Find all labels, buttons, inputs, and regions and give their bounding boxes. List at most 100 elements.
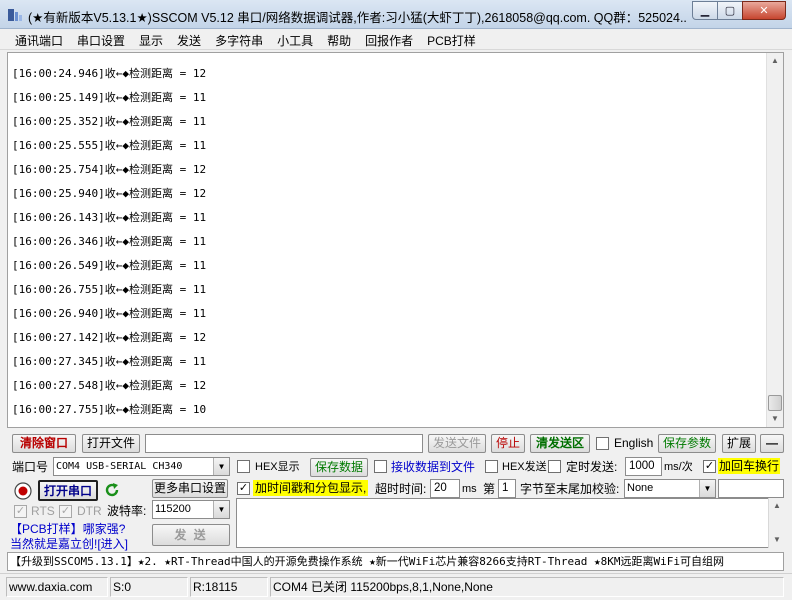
minimize-icon: ▁ <box>700 5 710 17</box>
menu-comm-port[interactable]: 通讯端口 <box>8 29 70 49</box>
chevron-down-icon: ▼ <box>699 480 715 497</box>
chevron-down-icon: ▼ <box>213 458 229 475</box>
log-line: [16:00:25.940]收←◆检测距离 = 12 <box>12 187 207 200</box>
send-scrollbar[interactable]: ▲ ▼ <box>768 498 784 548</box>
status-port-state: COM4 已关闭 115200bps,8,1,None,None <box>270 577 784 597</box>
timestamp-label: 加时间戳和分包显示, <box>253 480 369 496</box>
log-line: [16:00:24.946]收←◆检测距离 = 12 <box>12 67 207 80</box>
menu-pcb[interactable]: PCB打样 <box>420 29 483 49</box>
menu-report-author[interactable]: 回报作者 <box>358 29 420 49</box>
port-status-icon <box>14 482 32 500</box>
send-file-button[interactable]: 发送文件 <box>428 434 486 453</box>
scroll-down-icon[interactable]: ▼ <box>769 532 785 548</box>
log-scrollbar[interactable]: ▲ ▼ <box>766 53 783 427</box>
checksum-select[interactable]: None ▼ <box>624 479 716 498</box>
minimize-button[interactable]: ▁ <box>692 1 718 20</box>
timeout-label: 超时时间: <box>375 482 427 496</box>
interval-unit-label: ms/次 <box>664 461 693 473</box>
promo-line-2[interactable]: 当然就是嘉立创![进入] <box>10 536 128 552</box>
close-icon: ✕ <box>759 5 769 17</box>
menu-help[interactable]: 帮助 <box>320 29 358 49</box>
maximize-icon: ▢ <box>724 5 736 17</box>
menu-multi-string[interactable]: 多字符串 <box>208 29 270 49</box>
port-label: 端口号 <box>12 460 49 474</box>
add-crlf-checkbox[interactable]: ✓ <box>703 460 716 473</box>
promo-enter-link[interactable]: [进入] <box>97 537 128 551</box>
menu-serial-settings[interactable]: 串口设置 <box>70 29 132 49</box>
baud-select-value: 115200 <box>155 503 191 515</box>
timestamp-checkbox[interactable]: ✓ <box>237 482 250 495</box>
baud-select[interactable]: 115200 ▼ <box>152 500 230 519</box>
hex-display-checkbox[interactable] <box>237 460 250 473</box>
receive-log[interactable]: [16:00:24.946]收←◆检测距离 = 12 [16:00:25.149… <box>7 52 784 428</box>
baud-label: 波特率: <box>107 504 147 518</box>
scroll-up-icon[interactable]: ▲ <box>769 498 785 514</box>
log-line: [16:00:25.754]收←◆检测距离 = 12 <box>12 163 207 176</box>
status-bar: www.daxia.com S:0 R:18115 COM4 已关闭 11520… <box>0 573 792 600</box>
rts-label: RTS <box>31 504 55 518</box>
recv-to-file-label: 接收数据到文件 <box>391 460 476 474</box>
menu-display[interactable]: 显示 <box>132 29 170 49</box>
english-label: English <box>614 436 654 450</box>
scroll-up-icon[interactable]: ▲ <box>767 53 783 69</box>
maximize-button[interactable]: ▢ <box>717 1 743 20</box>
expand-button[interactable]: 扩展 <box>722 434 756 453</box>
chevron-down-icon: ▼ <box>213 501 229 518</box>
english-checkbox[interactable] <box>596 437 609 450</box>
log-line: [16:00:26.346]收←◆检测距离 = 11 <box>12 235 207 248</box>
open-port-button[interactable]: 打开串口 <box>38 480 98 501</box>
recv-to-file-checkbox[interactable] <box>374 460 387 473</box>
status-site[interactable]: www.daxia.com <box>6 577 108 597</box>
refresh-icon[interactable] <box>103 481 121 499</box>
status-received: R:18115 <box>190 577 268 597</box>
menu-bar: 通讯端口 串口设置 显示 发送 多字符串 小工具 帮助 回报作者 PCB打样 <box>0 29 792 50</box>
file-path-input[interactable] <box>145 434 423 453</box>
promo-line-1[interactable]: 【PCB打样】哪家强? <box>10 521 125 537</box>
window-title: (★有新版本V5.13.1★)SSCOM V5.12 串口/网络数据调试器,作者… <box>28 11 688 25</box>
send-button[interactable]: 发 送 <box>152 524 230 546</box>
byte-prefix-label: 第 <box>483 482 496 496</box>
port-select[interactable]: COM4 USB-SERIAL CH340 ▼ <box>53 457 230 476</box>
dtr-checkbox[interactable]: ✓ <box>59 505 72 518</box>
rts-checkbox[interactable]: ✓ <box>14 505 27 518</box>
scroll-thumb[interactable] <box>768 395 782 411</box>
promo-answer: 当然就是嘉立创! <box>10 537 98 551</box>
news-ticker[interactable]: 【升级到SSCOM5.13.1】★2. ★RT-Thread中国人的开源免费操作… <box>7 552 784 571</box>
close-button[interactable]: ✕ <box>742 1 786 20</box>
collapse-button[interactable]: — <box>760 434 784 453</box>
clear-send-button[interactable]: 清发送区 <box>530 434 590 453</box>
app-icon <box>8 9 22 21</box>
promo-pcb: 【PCB打样】 <box>10 522 83 536</box>
scroll-down-icon[interactable]: ▼ <box>767 411 783 427</box>
log-line: [16:00:26.755]收←◆检测距离 = 11 <box>12 283 207 296</box>
dtr-label: DTR <box>77 504 102 518</box>
menu-send[interactable]: 发送 <box>170 29 208 49</box>
status-sent: S:0 <box>110 577 188 597</box>
open-file-button[interactable]: 打开文件 <box>82 434 140 453</box>
add-crlf-label: 加回车换行 <box>718 458 781 474</box>
log-line: [16:00:26.549]收←◆检测距离 = 11 <box>12 259 207 272</box>
more-settings-button[interactable]: 更多串口设置 <box>152 479 228 498</box>
timeout-unit-label: ms <box>462 483 477 495</box>
log-line: [16:00:26.143]收←◆检测距离 = 11 <box>12 211 207 224</box>
hex-display-label: HEX显示 <box>255 461 300 473</box>
menu-tools[interactable]: 小工具 <box>270 29 320 49</box>
log-line: [16:00:25.352]收←◆检测距离 = 11 <box>12 115 207 128</box>
stop-button[interactable]: 停止 <box>491 434 525 453</box>
log-line: [16:00:25.555]收←◆检测距离 = 11 <box>12 139 207 152</box>
interval-input[interactable]: 1000 <box>625 457 662 476</box>
hex-send-checkbox[interactable] <box>485 460 498 473</box>
checksum-extra-field[interactable] <box>718 479 784 498</box>
log-line: [16:00:27.755]收←◆检测距离 = 10 <box>12 403 207 416</box>
timed-send-checkbox[interactable] <box>548 460 561 473</box>
port-select-value: COM4 USB-SERIAL CH340 <box>56 461 183 472</box>
save-params-button[interactable]: 保存参数 <box>658 434 716 453</box>
save-data-button[interactable]: 保存数据 <box>310 458 368 477</box>
log-line: [16:00:26.940]收←◆检测距离 = 11 <box>12 307 207 320</box>
byte-index-input[interactable]: 1 <box>498 479 516 498</box>
clear-window-button[interactable]: 清除窗口 <box>12 434 76 453</box>
send-text-area[interactable] <box>236 498 769 548</box>
log-line: [16:00:27.142]收←◆检测距离 = 12 <box>12 331 207 344</box>
promo-question: 哪家强? <box>82 522 126 536</box>
timeout-input[interactable]: 20 <box>430 479 460 498</box>
